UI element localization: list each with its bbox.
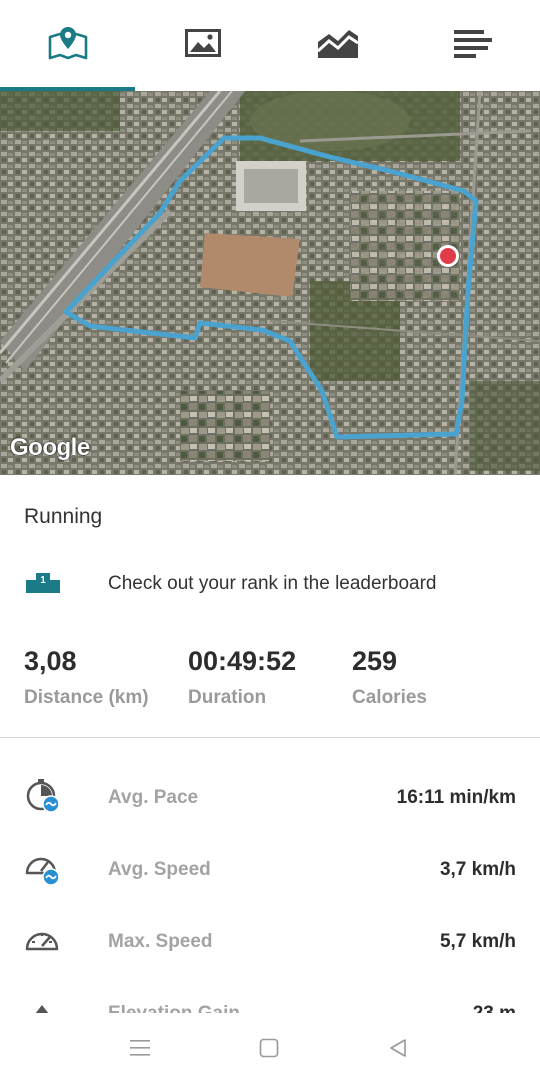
stat-duration: 00:49:52 Duration [188, 646, 296, 709]
home-icon[interactable] [259, 1038, 279, 1063]
google-attribution: Google [10, 434, 90, 461]
route-map[interactable]: Google [0, 91, 540, 475]
metric-value: 16:11 min/km [396, 787, 516, 808]
metric-value: 3,7 km/h [439, 859, 516, 880]
metric-label: Avg. Speed [108, 859, 211, 880]
divider [0, 737, 540, 738]
satellite-map-image [0, 91, 540, 475]
leaderboard-link[interactable]: 1 Check out your rank in the leaderboard [0, 562, 540, 606]
map-icon [47, 25, 89, 66]
stat-distance: 3,08 Distance (km) [24, 646, 149, 709]
metric-max-speed: Max. Speed 5,7 km/h [0, 922, 540, 962]
avg-pace-icon [24, 777, 62, 820]
tab-photos[interactable] [135, 0, 270, 91]
system-nav-bar [0, 1016, 540, 1082]
menu-icon[interactable] [130, 1038, 150, 1063]
metric-label: Avg. Pace [108, 787, 199, 808]
calories-label: Calories [352, 687, 427, 708]
leaderboard-text: Check out your rank in the leaderboard [108, 573, 437, 594]
metric-avg-pace: Avg. Pace 16:11 min/km [0, 778, 540, 818]
duration-label: Duration [188, 687, 267, 708]
calories-value: 259 [352, 646, 398, 676]
tab-details[interactable] [405, 0, 540, 91]
svg-text:1: 1 [40, 575, 46, 586]
avg-speed-icon [24, 849, 62, 892]
photo-icon [184, 29, 221, 62]
activity-type: Running [24, 505, 103, 528]
chart-icon [316, 27, 359, 64]
tab-map[interactable] [0, 0, 135, 91]
summary-stats: 3,08 Distance (km) 00:49:52 Duration 259… [0, 646, 540, 716]
podium-icon: 1 [26, 572, 60, 597]
distance-label: Distance (km) [24, 687, 149, 708]
metric-value: 5,7 km/h [439, 931, 516, 952]
details-icon [453, 28, 492, 63]
distance-value: 3,08 [24, 646, 77, 676]
max-speed-icon [24, 921, 62, 964]
top-tab-bar [0, 0, 540, 91]
metric-avg-speed: Avg. Speed 3,7 km/h [0, 850, 540, 890]
metric-label: Max. Speed [108, 931, 213, 952]
back-icon[interactable] [388, 1038, 408, 1063]
stat-calories: 259 Calories [352, 646, 427, 709]
duration-value: 00:49:52 [188, 646, 297, 676]
tab-charts[interactable] [270, 0, 405, 91]
